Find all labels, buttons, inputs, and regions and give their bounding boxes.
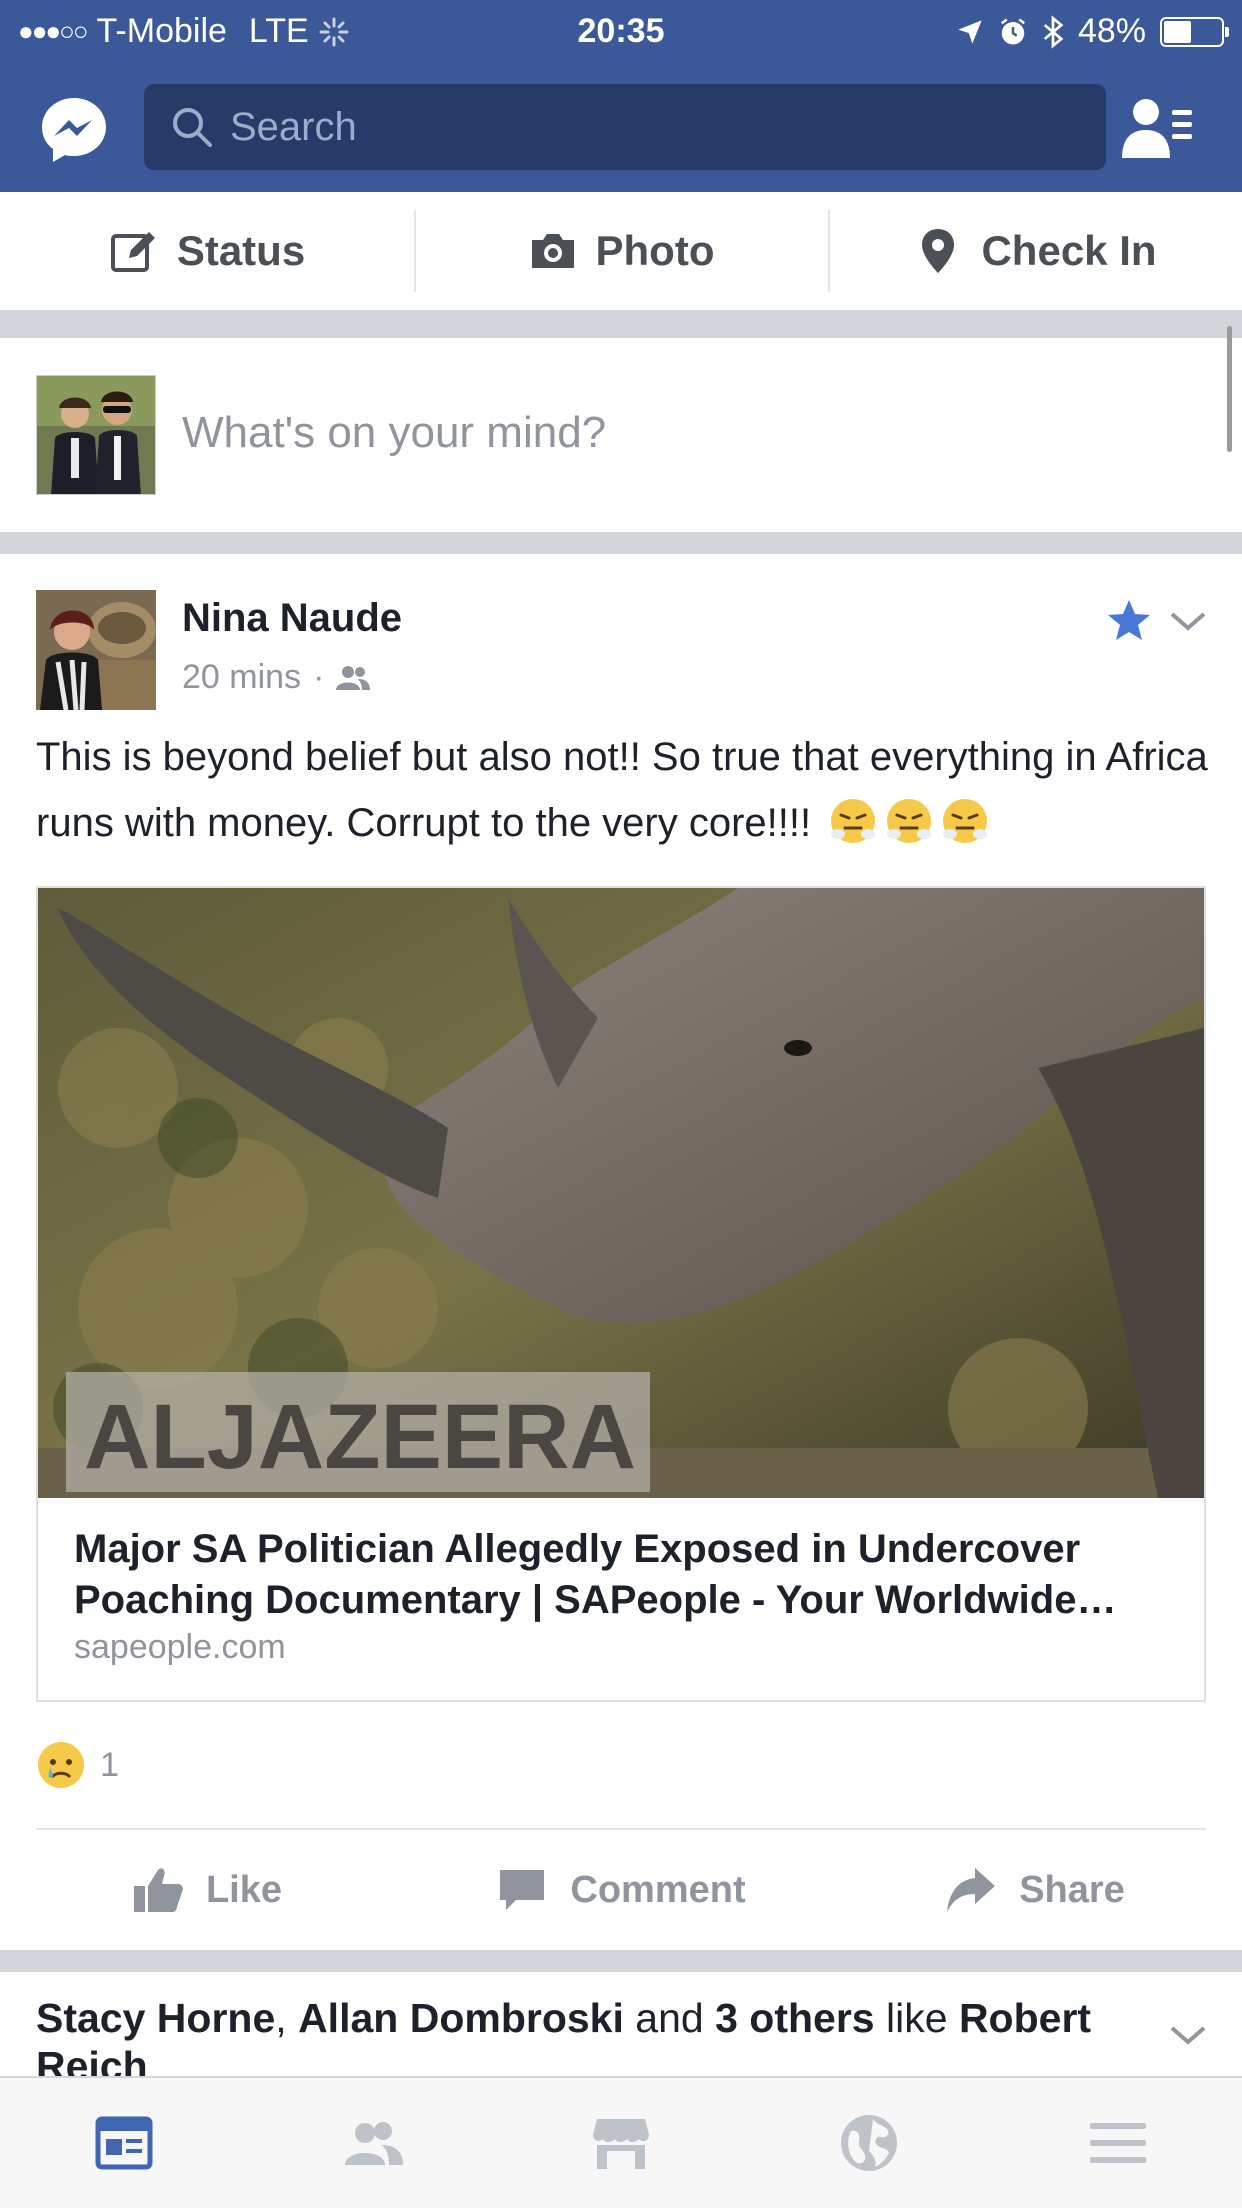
sad-reaction-icon	[38, 1742, 84, 1788]
status-bar: ●●●○○ T-Mobile LTE 20:35 48%	[0, 0, 1242, 62]
menu-icon	[1089, 2123, 1146, 2163]
bluetooth-icon	[1043, 14, 1064, 49]
chevron-down-icon[interactable]	[1168, 606, 1208, 636]
comment-label: Comment	[570, 1868, 746, 1911]
friends-icon	[344, 2122, 403, 2165]
news-feed-icon	[95, 2116, 153, 2170]
edit-icon	[110, 232, 155, 272]
search-icon	[173, 108, 212, 147]
divider	[0, 312, 1242, 338]
author-avatar[interactable]	[36, 590, 156, 710]
post-text: This is beyond belief but also not!! So …	[36, 724, 1216, 856]
steam-from-nose-emoji	[887, 799, 932, 843]
feed-post: Nina Naude 20 mins · This is beyond beli…	[0, 554, 1242, 1950]
share-label: Share	[1019, 1868, 1125, 1911]
link-preview-card[interactable]: ALJAZEERA Major SA Politician Allegedly …	[36, 886, 1206, 1702]
location-arrow-icon	[958, 19, 982, 44]
location-pin-icon	[922, 229, 955, 273]
battery-fill	[1164, 20, 1191, 43]
tab-bar	[0, 2076, 1242, 2208]
tab-menu[interactable]	[994, 2078, 1242, 2208]
chevron-down-icon[interactable]	[1168, 2020, 1208, 2050]
link-domain: sapeople.com	[74, 1628, 286, 1666]
search-input[interactable]: Search	[144, 84, 1106, 170]
link-preview-image[interactable]: ALJAZEERA	[38, 888, 1204, 1498]
tab-marketplace[interactable]	[497, 2078, 745, 2208]
thumbs-up-icon	[133, 1868, 183, 1912]
share-icon	[947, 1868, 996, 1912]
star-icon[interactable]	[1106, 598, 1152, 642]
friend-requests-icon[interactable]	[1120, 96, 1194, 160]
image-watermark: ALJAZEERA	[84, 1386, 636, 1488]
divider	[0, 1950, 1242, 1972]
steam-from-nose-emoji	[831, 799, 876, 843]
friends-audience-icon	[336, 665, 371, 690]
photo-button[interactable]: Photo	[414, 192, 828, 310]
share-button[interactable]: Share	[828, 1830, 1242, 1950]
battery-percent: 48%	[1077, 12, 1146, 50]
reaction-count: 1	[100, 1745, 119, 1784]
post-emojis	[822, 799, 990, 845]
status-button[interactable]: Status	[0, 192, 414, 310]
post-time[interactable]: 20 mins	[182, 658, 301, 697]
user-avatar	[36, 375, 156, 495]
photo-label: Photo	[595, 227, 715, 274]
steam-from-nose-emoji	[943, 799, 988, 843]
composer-actions: Status Photo Check In	[0, 192, 1242, 312]
post-author[interactable]: Nina Naude	[182, 596, 402, 641]
comment-button[interactable]: Comment	[414, 1830, 828, 1950]
messenger-icon[interactable]	[38, 94, 110, 166]
notifications-globe-icon	[841, 2115, 898, 2171]
status-label: Status	[176, 227, 306, 274]
like-button[interactable]: Like	[0, 1830, 414, 1950]
divider	[0, 532, 1242, 554]
friend-name-2[interactable]: Allan Dombroski	[298, 1995, 624, 2041]
next-story[interactable]: Stacy Horne, Allan Dombroski and 3 other…	[0, 1972, 1242, 2092]
tab-notifications[interactable]	[745, 2078, 993, 2208]
post-text-content: This is beyond belief but also not!! So …	[36, 735, 1208, 845]
like-label: Like	[205, 1868, 283, 1911]
others-link[interactable]: 3 others	[715, 1995, 875, 2041]
status-composer[interactable]: What's on your mind?	[0, 338, 1242, 532]
marketplace-icon	[593, 2119, 650, 2169]
friend-name-1[interactable]: Stacy Horne	[36, 1995, 275, 2041]
post-actions: Like Comment Share	[0, 1830, 1242, 1950]
reactions-summary[interactable]: 1	[36, 1740, 119, 1790]
post-meta: 20 mins ·	[182, 658, 371, 697]
and-word: and	[635, 1995, 704, 2041]
tab-news-feed[interactable]	[0, 2078, 248, 2208]
battery-icon	[1160, 16, 1229, 47]
top-bar: ●●●○○ T-Mobile LTE 20:35 48% Search	[0, 0, 1242, 192]
scrollbar[interactable]	[1227, 326, 1232, 452]
composer-prompt: What's on your mind?	[182, 408, 607, 457]
like-word: like	[886, 1995, 948, 2041]
comment-icon	[500, 1870, 545, 1910]
tab-friends[interactable]	[248, 2078, 496, 2208]
meta-separator: ·	[313, 658, 325, 696]
check-in-label: Check In	[981, 227, 1157, 274]
search-placeholder: Search	[230, 104, 357, 149]
comma: ,	[275, 1995, 287, 2041]
alarm-icon	[1000, 18, 1025, 44]
check-in-button[interactable]: Check In	[828, 192, 1242, 310]
camera-icon	[531, 234, 574, 268]
link-title[interactable]: Major SA Politician Allegedly Exposed in…	[74, 1524, 1174, 1626]
